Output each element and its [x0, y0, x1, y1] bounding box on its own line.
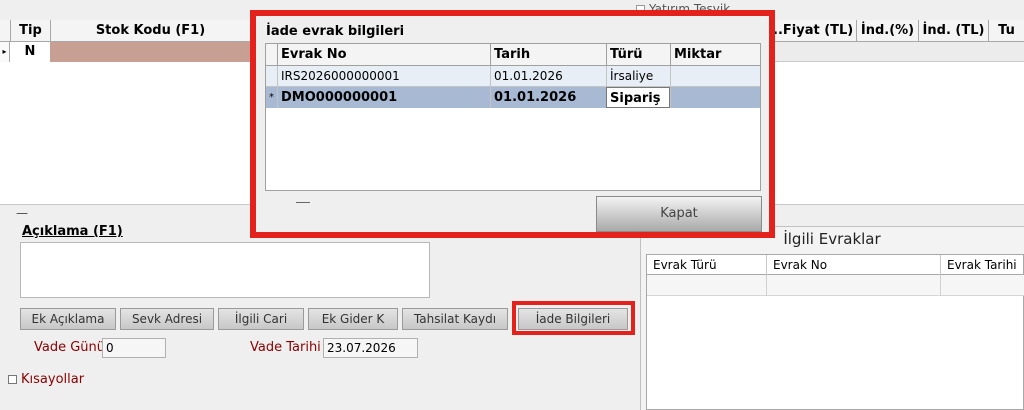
col-ind-yuzde[interactable]: İnd.(%) [856, 20, 918, 42]
table-row-selected[interactable]: * DMO000000001 01.01.2026 Sipariş [266, 87, 760, 108]
iade-table-header: Evrak No Tarih Türü Miktar [266, 44, 760, 66]
tarih-cell[interactable]: 01.01.2026 [490, 87, 606, 108]
row-indicator [266, 66, 277, 87]
ilgili-evraklar-table[interactable]: Evrak Türü Evrak No Evrak Tarihi [646, 254, 1024, 410]
collapse-dash-icon [296, 202, 310, 203]
grid-row-remaining-cells[interactable] [770, 42, 1024, 62]
grid-stok-kodu-cell[interactable] [50, 42, 250, 62]
kisayollar-checkbox[interactable]: Kısayollar [8, 372, 84, 387]
ek-gider-button[interactable]: Ek Gider K [308, 308, 398, 330]
col-stok-kodu[interactable]: Stok Kodu (F1) [50, 20, 250, 42]
col-evrak-tarihi[interactable]: Evrak Tarihi [941, 255, 1024, 275]
ek-aciklama-button[interactable]: Ek Açıklama [20, 308, 116, 330]
table-cell[interactable] [767, 275, 941, 296]
col-evrak-turu[interactable]: Evrak Türü [647, 255, 767, 275]
col-tutar[interactable]: Tu [988, 20, 1024, 42]
kapat-button[interactable]: Kapat [596, 196, 762, 232]
miktar-cell[interactable] [670, 87, 758, 108]
ilgili-cari-button[interactable]: İlgili Cari [218, 308, 304, 330]
iade-bilgileri-highlight [512, 301, 635, 335]
col-evrak-no[interactable]: Evrak No [277, 44, 490, 66]
aciklama-label: Açıklama (F1) [22, 224, 123, 239]
ilgili-evraklar-empty-row[interactable] [647, 275, 1024, 296]
vade-tarihi-input[interactable]: 23.07.2026 [323, 338, 418, 358]
miktar-cell[interactable] [670, 66, 758, 87]
current-row-asterisk-icon: * [269, 92, 274, 103]
row-indicator-icon: ▸ [0, 42, 10, 62]
kisayollar-label: Kısayollar [21, 372, 85, 387]
col-ind-tl[interactable]: İnd. (TL) [918, 20, 988, 42]
turu-cell[interactable]: İrsaliye [606, 66, 670, 87]
checkbox-icon [8, 375, 17, 384]
iade-evrak-dialog: İade evrak bilgileri Evrak No Tarih Türü… [250, 10, 775, 238]
iade-evrak-table[interactable]: Evrak No Tarih Türü Miktar IRS2026000000… [265, 43, 761, 203]
col-evrak-no[interactable]: Evrak No [767, 255, 941, 275]
col-fiyat[interactable]: ..Fiyat (TL) [770, 20, 856, 42]
tarih-cell[interactable]: 01.01.2026 [490, 66, 606, 87]
vade-gunu-input[interactable]: 0 [102, 338, 166, 358]
turu-cell-editor[interactable]: Sipariş [606, 87, 670, 108]
dialog-title: İade evrak bilgileri [266, 24, 405, 39]
evrak-no-cell[interactable]: DMO000000001 [277, 87, 490, 108]
col-tip[interactable]: Tip [10, 20, 50, 42]
col-miktar[interactable]: Miktar [670, 44, 758, 66]
ilgili-evraklar-header: Evrak Türü Evrak No Evrak Tarihi [647, 255, 1024, 275]
grid-tip-cell[interactable]: N [10, 42, 50, 62]
col-tarih[interactable]: Tarih [490, 44, 606, 66]
col-turu[interactable]: Türü [606, 44, 670, 66]
vade-tarihi-label: Vade Tarihi [250, 340, 321, 355]
sevk-adresi-button[interactable]: Sevk Adresi [120, 308, 214, 330]
collapse-dash-icon: — [16, 206, 28, 220]
aciklama-textarea[interactable] [20, 242, 430, 298]
tahsilat-kaydi-button[interactable]: Tahsilat Kaydı [402, 308, 508, 330]
evrak-no-cell[interactable]: IRS2026000000001 [277, 66, 490, 87]
table-cell[interactable] [647, 275, 767, 296]
vade-gunu-label: Vade Günü [34, 340, 106, 355]
table-row[interactable]: IRS2026000000001 01.01.2026 İrsaliye [266, 66, 760, 87]
